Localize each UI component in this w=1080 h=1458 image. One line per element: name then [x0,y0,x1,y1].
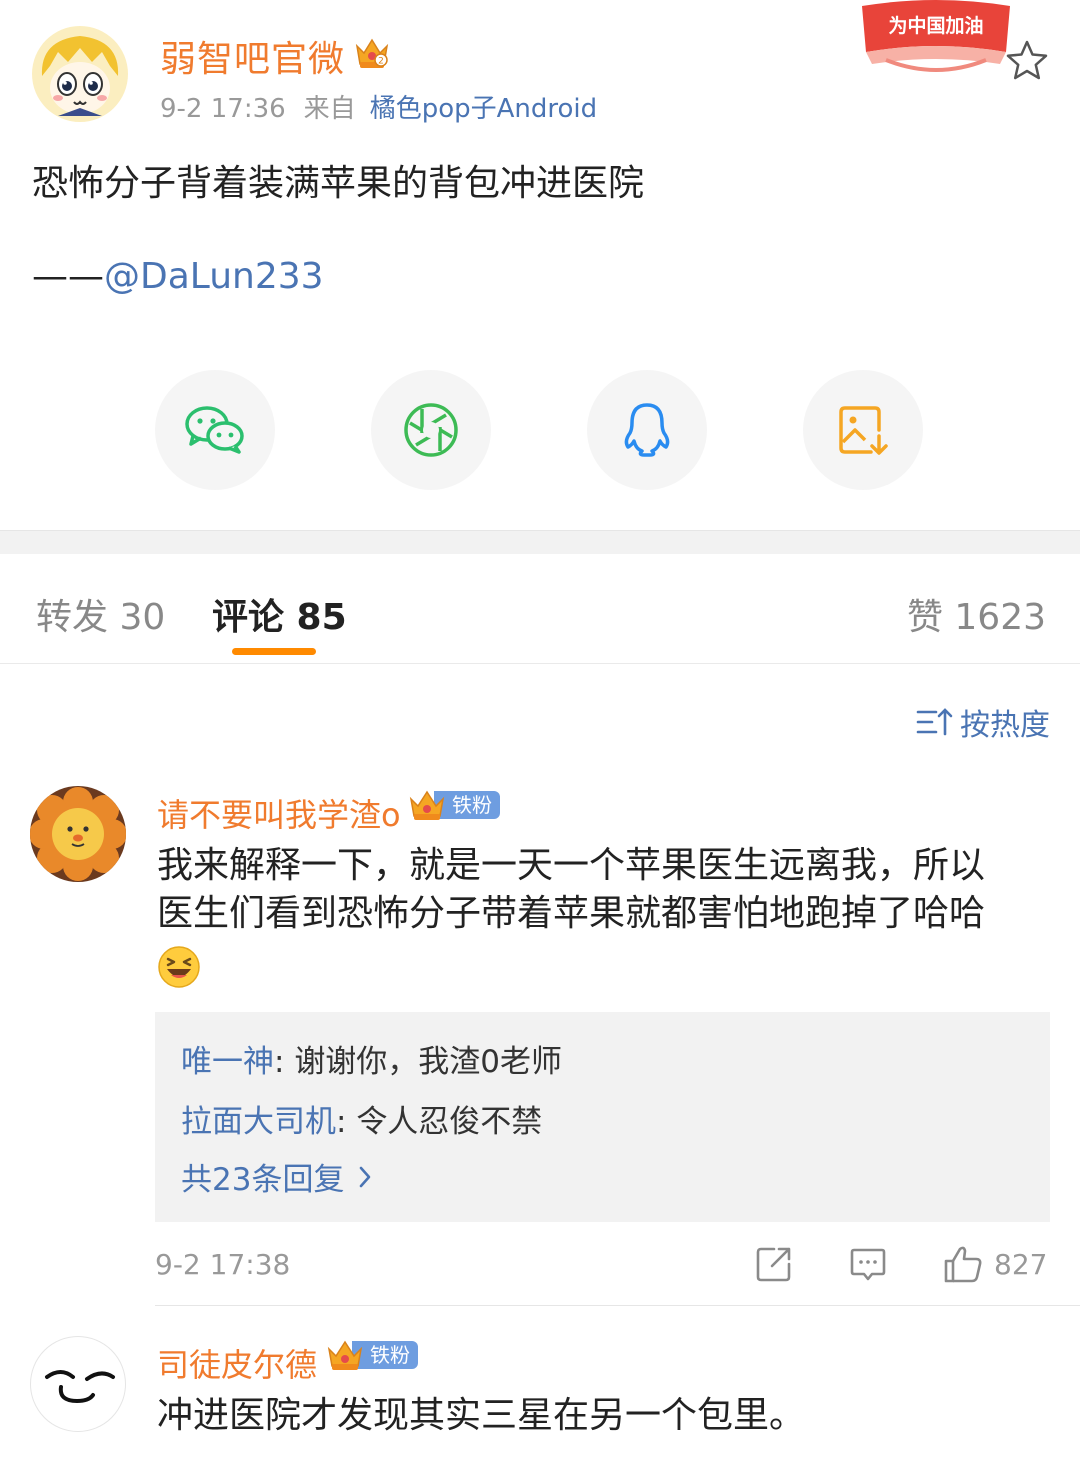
share-qq-button[interactable] [587,370,707,490]
save-image-button[interactable] [803,370,923,490]
reply-text: 令人忍俊不禁 [356,1104,543,1140]
share-moments-button[interactable] [371,370,491,490]
sort-toggle[interactable]: 按热度 [916,700,1050,744]
qq-icon [624,403,670,457]
sort-icon [916,708,953,736]
reply-user[interactable]: 唯一神 [181,1044,274,1080]
reply-separator: : [274,1044,295,1080]
author-name[interactable]: 弱智吧官微 [160,30,345,82]
post-credit: ——@DaLun233 [32,256,324,297]
iron-fan-badge: 铁粉 [326,1338,418,1372]
comment-text: 我来解释一下，就是一天一个苹果医生远离我，所以 医生们看到恐怖分子带着苹果就都害… [157,842,985,992]
like-count: 827 [994,1247,1048,1281]
commenter-name[interactable]: 请不要叫我学渣o [157,790,401,836]
active-tab-indicator [232,648,316,655]
comment-time: 9-2 17:38 [155,1248,291,1281]
reply-item: 拉面大司机: 令人忍俊不禁 [181,1096,542,1141]
reply-item: 唯一神: 谢谢你，我渣0老师 [181,1036,562,1081]
thumbs-up-icon [944,1246,982,1283]
tab-comments[interactable]: 评论 85 [212,588,347,640]
reply-user[interactable]: 拉面大司机 [181,1104,336,1140]
laughing-emoji-icon [158,946,200,988]
sort-label: 按热度 [960,708,1050,743]
vip-crown-icon: 2 [354,36,390,70]
share-row [0,370,1080,490]
from-label: 来自 [303,94,356,124]
commenter-avatar[interactable] [30,1336,126,1432]
reply-separator: : [336,1104,357,1140]
svg-text:2: 2 [378,57,384,67]
promo-badge[interactable]: 为中国加油 [856,0,1016,80]
author-avatar[interactable] [32,26,128,122]
weibo-post: 弱智吧官微 2 9-2 17:36 来自 橘色pop子Android 为中国加油 恐… [0,0,1080,530]
reply-comment-button[interactable] [848,1240,888,1288]
favorite-star-icon[interactable] [1004,38,1050,84]
like-comment-button[interactable]: 827 [942,1240,1047,1288]
post-tabs: 转发 30 评论 85 赞 1623 [0,554,1080,664]
commenter-avatar[interactable] [30,786,126,882]
share-edit-icon [756,1247,791,1282]
promo-text: 为中国加油 [888,14,983,37]
comment-divider [155,1305,1080,1306]
reply-text: 谢谢你，我渣0老师 [294,1044,563,1080]
vip-crown-icon [327,1340,363,1370]
save-image-icon [839,406,888,455]
post-meta: 9-2 17:36 来自 橘色pop子Android [160,88,597,125]
more-replies-label: 共23条回复 [181,1162,345,1198]
post-content: 恐怖分子背着装满苹果的背包冲进医院 [32,163,645,204]
repost-comment-button[interactable] [754,1240,794,1288]
post-time: 9-2 17:36 [160,94,286,124]
wechat-icon [185,406,244,454]
credit-dash: —— [32,256,104,297]
comment-icon [850,1248,886,1281]
mention-link[interactable]: @DaLun233 [104,256,324,297]
commenter-name[interactable]: 司徒皮尔德 [157,1340,317,1386]
post-source[interactable]: 橘色pop子Android [370,94,597,124]
view-all-replies-link[interactable]: 共23条回复 [181,1154,372,1199]
iron-fan-badge: 铁粉 [408,788,500,822]
share-wechat-button[interactable] [155,370,275,490]
section-divider [0,530,1080,554]
chevron-right-icon [360,1166,371,1187]
tab-repost[interactable]: 转发 30 [36,588,165,640]
tab-likes[interactable]: 赞 1623 [907,588,1046,640]
reply-preview-box[interactable]: 唯一神: 谢谢你，我渣0老师 拉面大司机: 令人忍俊不禁 共23条回复 [155,1012,1050,1222]
vip-crown-icon [409,790,445,820]
moments-icon [404,403,458,457]
comment-line: 我来解释一下，就是一天一个苹果医生远离我，所以 [157,845,986,886]
comment-text: 冲进医院才发现其实三星在另一个包里。 [157,1395,806,1436]
comment-line: 医生们看到恐怖分子带着苹果就都害怕地跑掉了哈哈 [157,893,986,934]
